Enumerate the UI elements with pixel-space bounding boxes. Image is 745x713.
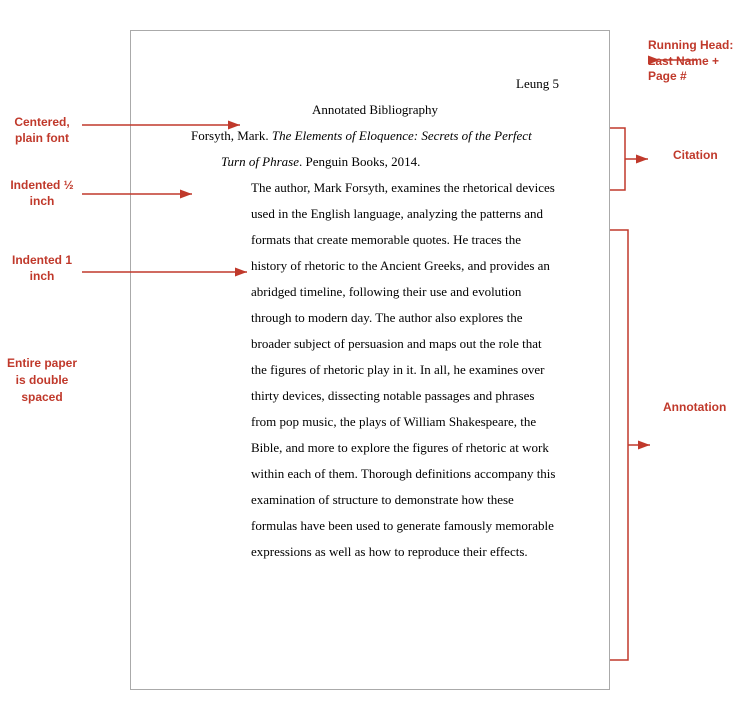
citation-author: Forsyth, Mark. <box>191 128 272 143</box>
label-indented-one: Indented 1 inch <box>2 253 82 284</box>
running-head: Leung 5 <box>516 71 559 97</box>
label-citation: Citation <box>673 148 743 162</box>
annotation-block: The author, Mark Forsyth, examines the r… <box>191 175 559 565</box>
label-double-spaced: Entire paper is double spaced <box>2 355 82 405</box>
citation-block: Forsyth, Mark. The Elements of Eloquence… <box>191 123 559 175</box>
bibliography-title: Annotated Bibliography <box>191 97 559 123</box>
label-annotation: Annotation <box>663 400 743 414</box>
paper-header: Leung 5 <box>191 71 559 97</box>
label-running-head: Running Head: Last Name + Page # <box>648 38 743 85</box>
paper-document: Leung 5 Annotated Bibliography Forsyth, … <box>130 30 610 690</box>
citation-publisher: . Penguin Books, 2014. <box>299 154 420 169</box>
label-indented-half: Indented ½ inch <box>2 178 82 209</box>
label-centered: Centered, plain font <box>2 115 82 146</box>
